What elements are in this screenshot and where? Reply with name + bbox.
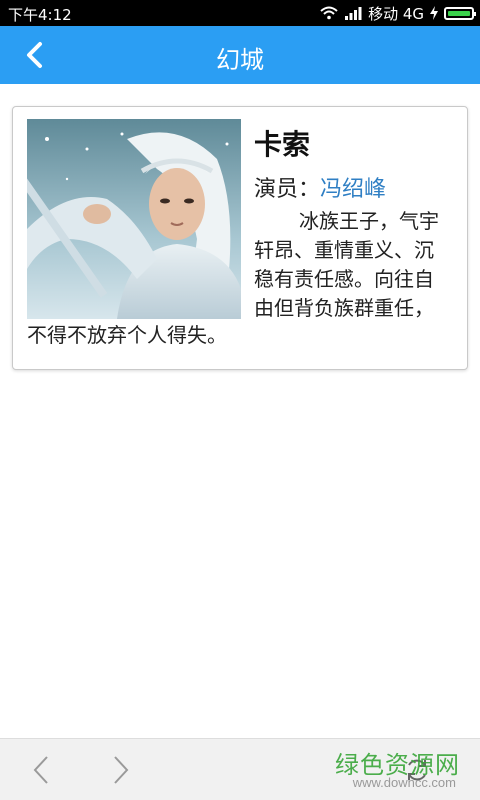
watermark-url: www.downcc.com	[352, 775, 456, 790]
character-portrait	[27, 119, 241, 319]
app-bar: 幻城	[0, 26, 480, 84]
character-name: 卡索	[254, 128, 311, 161]
wifi-icon	[320, 6, 338, 20]
description-last-line: 不得不放弃个人得失。	[27, 323, 227, 347]
page-title: 幻城	[216, 46, 264, 74]
character-description: 冰族王子，气宇 轩昂、重情重义、沉 稳有责任感。向往自 由但背负族群重任，	[254, 207, 462, 323]
next-button[interactable]	[104, 753, 138, 787]
chevron-right-icon	[114, 756, 129, 784]
description-line: 稳有责任感。向往自	[254, 267, 434, 291]
status-bar: 下午4:12 移动 4G	[0, 0, 480, 26]
description-line: 轩昂、重情重义、沉	[254, 238, 434, 262]
actor-label: 演员：	[254, 177, 321, 202]
description-line: 由但背负族群重任，	[254, 296, 434, 320]
actor-name-link[interactable]: 冯绍峰	[320, 177, 386, 202]
description-line: 冰族王子，气宇	[299, 209, 439, 233]
signal-icon	[345, 7, 362, 20]
charging-icon	[430, 6, 438, 20]
status-time: 下午4:12	[8, 6, 72, 24]
chevron-left-icon	[33, 756, 48, 784]
character-card: 卡索 演员：冯绍峰 冰族王子，气宇 轩昂、重情重义、沉 稳有责任感。向往自 由但…	[12, 106, 468, 370]
carrier-label: 移动 4G	[368, 4, 424, 23]
status-icons: 移动 4G	[320, 3, 476, 23]
actor-row: 演员：冯绍峰	[254, 171, 386, 203]
battery-icon	[444, 6, 476, 20]
prev-button[interactable]	[24, 753, 58, 787]
bottom-toolbar: 绿色资源网 www.downcc.com	[0, 738, 480, 800]
